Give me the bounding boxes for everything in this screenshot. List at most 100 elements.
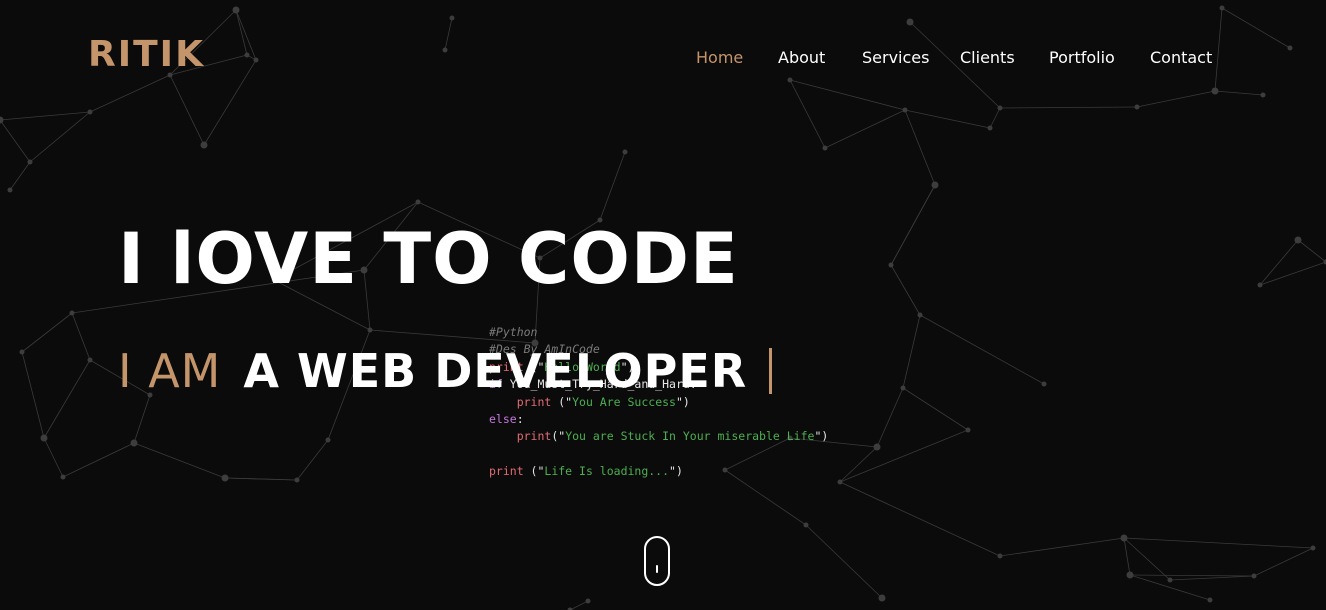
network-edge <box>1136 90 1216 108</box>
network-edge <box>789 79 906 111</box>
network-background <box>0 5 1326 610</box>
network-edge <box>890 184 936 266</box>
network-edge <box>902 387 969 431</box>
site-logo[interactable]: RITIK <box>88 34 205 75</box>
network-edge <box>296 439 329 481</box>
network-node <box>87 357 93 363</box>
nav-item-clients[interactable]: Clients <box>960 48 1015 67</box>
network-edge <box>224 477 298 481</box>
network-node <box>1287 45 1293 51</box>
nav-item-contact[interactable]: Contact <box>1150 48 1212 67</box>
network-edge <box>43 437 64 478</box>
code-token: You are Stuck In Your miserable Life <box>565 429 815 444</box>
network-node <box>965 427 971 433</box>
network-node <box>997 553 1003 559</box>
network-edge <box>0 111 91 121</box>
network-edge <box>805 524 883 599</box>
network-edge <box>169 74 205 146</box>
network-node <box>997 105 1003 111</box>
network-edge <box>989 107 1001 129</box>
typing-cursor <box>769 348 773 394</box>
network-node <box>415 199 421 205</box>
network-edge <box>904 109 991 129</box>
network-node <box>622 149 628 155</box>
network-edge <box>21 312 73 353</box>
network-edge <box>904 109 936 186</box>
network-node <box>294 477 300 483</box>
network-edge <box>43 359 91 439</box>
network-edge <box>62 442 135 478</box>
nav-item-about[interactable]: About <box>778 48 825 67</box>
code-token: ") <box>814 429 829 444</box>
nav-item-portfolio[interactable]: Portfolio <box>1049 48 1115 67</box>
code-token: (" <box>551 429 566 444</box>
network-edge <box>1253 547 1314 577</box>
network-node <box>69 310 75 316</box>
hero-title: I lOVE TO CODE <box>118 218 739 300</box>
code-line: else: <box>489 411 828 428</box>
code-token: print <box>516 429 552 444</box>
network-edge <box>1214 90 1264 96</box>
code-line: print("You are Stuck In Your miserable L… <box>489 428 829 445</box>
network-node <box>902 107 908 113</box>
network-node <box>822 145 828 151</box>
network-node <box>325 437 331 443</box>
network-edge <box>71 312 91 361</box>
network-edge <box>824 109 906 149</box>
code-token: print <box>489 464 524 479</box>
network-node <box>878 594 886 602</box>
network-edge <box>133 394 151 444</box>
network-node <box>837 479 843 485</box>
network-node <box>244 52 250 58</box>
code-token: ") <box>669 464 683 479</box>
nav-item-services[interactable]: Services <box>862 48 929 67</box>
code-line: print ("Life Is loading...") <box>489 463 828 480</box>
network-node <box>1219 5 1225 11</box>
network-node <box>1310 545 1316 551</box>
network-node <box>906 18 914 26</box>
network-node <box>1211 87 1219 95</box>
network-node <box>7 187 13 193</box>
scroll-down-button[interactable] <box>644 536 670 586</box>
network-node <box>987 125 993 131</box>
network-node <box>585 598 591 604</box>
mouse-scroll-icon <box>656 565 658 573</box>
network-edge <box>203 59 257 146</box>
network-node <box>1251 573 1257 579</box>
network-edge <box>919 314 1045 385</box>
network-edge <box>1169 575 1255 581</box>
network-node <box>931 181 939 189</box>
network-node <box>1041 381 1047 387</box>
network-node <box>888 262 894 268</box>
network-edge <box>999 537 1125 557</box>
network-node <box>19 349 25 355</box>
network-node <box>232 6 240 14</box>
network-edge <box>1123 537 1131 576</box>
network-node <box>442 47 448 53</box>
network-node <box>917 312 923 318</box>
code-token: Life Is loading... <box>544 464 670 479</box>
network-node <box>1260 92 1266 98</box>
hero-subtitle-prefix: I AM <box>118 344 222 398</box>
hero-subtitle: I AM A WEB DEVELOPER <box>118 344 773 398</box>
network-node <box>1167 577 1173 583</box>
network-edge <box>89 74 171 113</box>
network-edge <box>21 351 45 439</box>
network-node <box>1120 534 1128 542</box>
network-edge <box>599 151 626 221</box>
network-edge <box>444 17 453 51</box>
nav-item-home[interactable]: Home <box>696 48 743 67</box>
network-edge <box>0 119 31 163</box>
code-token: : <box>516 411 524 426</box>
network-node <box>367 327 373 333</box>
network-node <box>40 434 48 442</box>
network-edge <box>1221 7 1291 49</box>
network-edge <box>1123 537 1314 549</box>
network-node <box>449 15 455 21</box>
network-edge <box>890 264 921 316</box>
network-edge <box>876 387 904 448</box>
network-edge <box>902 314 921 389</box>
network-edge <box>9 161 31 191</box>
